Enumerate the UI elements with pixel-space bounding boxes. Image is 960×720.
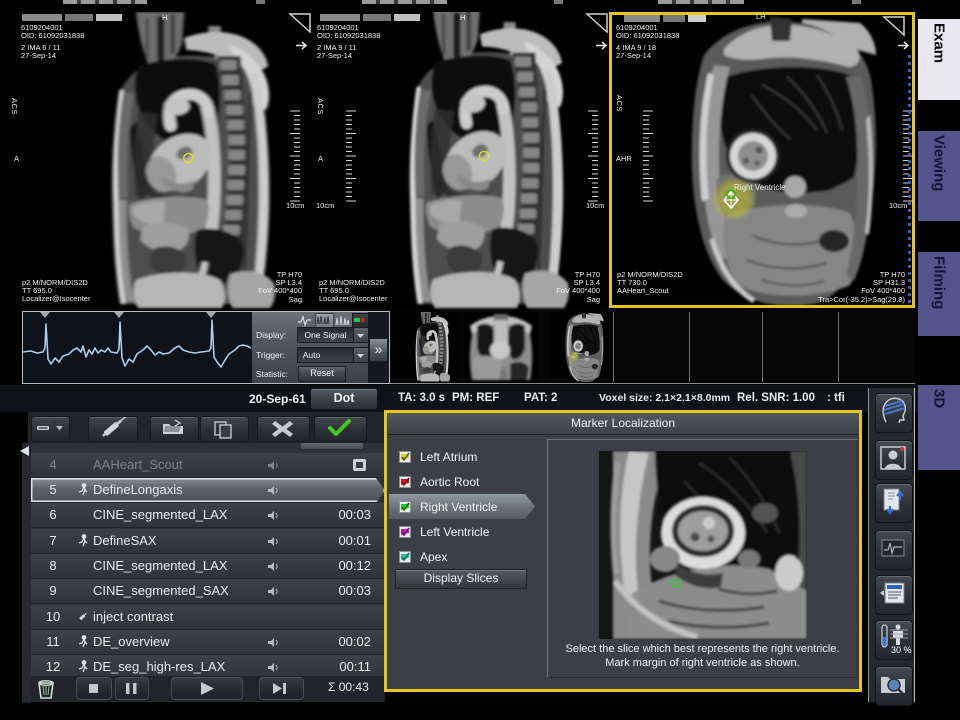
svg-text:30 %: 30 % xyxy=(891,645,912,655)
